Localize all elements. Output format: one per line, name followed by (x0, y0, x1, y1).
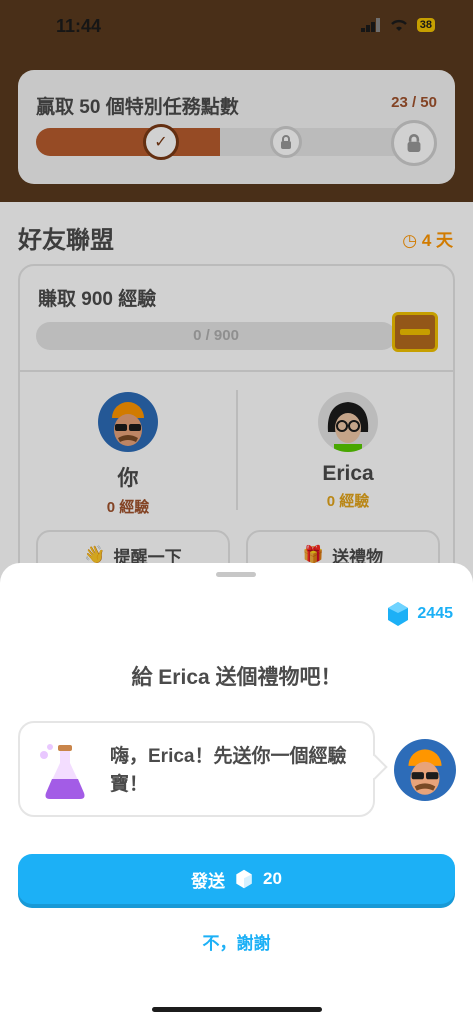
send-cost: 20 (263, 869, 282, 888)
sheet-title: 給 Erica 送個禮物吧！ (131, 666, 342, 689)
xp-potion-icon (40, 744, 85, 799)
gem-count: 2445 (417, 605, 453, 622)
gem-icon (236, 869, 252, 889)
gem-icon (388, 602, 409, 626)
gift-message: 嗨，Erica！先送你一個經驗寶！ (110, 746, 347, 795)
send-button[interactable]: 發送 20 (18, 854, 455, 904)
send-label: 發送 (191, 871, 226, 891)
speech-bubble: 嗨，Erica！先送你一個經驗寶！ (18, 721, 375, 817)
gift-bottom-sheet: 2445 給 Erica 送個禮物吧！ 嗨，Erica！先送你一個經驗寶！ 發送… (0, 563, 473, 1024)
decline-button[interactable]: 不，謝謝 (0, 929, 473, 954)
gem-balance: 2445 (387, 601, 453, 627)
sheet-grabber[interactable] (216, 572, 256, 577)
home-indicator[interactable] (152, 1007, 322, 1012)
avatar (394, 739, 456, 801)
